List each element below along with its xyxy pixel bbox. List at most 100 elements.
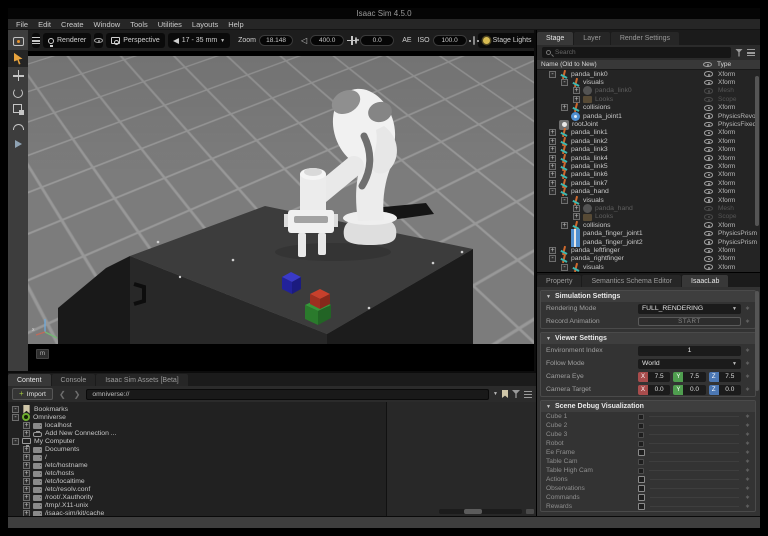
section-header[interactable]: ▼ Simulation Settings — [541, 291, 755, 302]
table[interactable] — [58, 203, 473, 344]
menu-item[interactable]: Tools — [125, 19, 153, 30]
visibility-eye-icon[interactable] — [704, 181, 713, 187]
section-header[interactable]: ▼ Scene Debug Visualization — [541, 401, 755, 412]
visibility-eye-icon[interactable] — [704, 71, 713, 77]
lens-button[interactable]: 17 - 35 mm ▼ — [168, 33, 230, 48]
expander-icon[interactable] — [12, 414, 19, 421]
menu-item[interactable]: Help — [223, 19, 248, 30]
expander-icon[interactable] — [573, 96, 580, 103]
gear-icon[interactable] — [355, 37, 357, 44]
list-view-icon[interactable] — [524, 391, 532, 398]
stage-tree-row[interactable]: panda_joint1 PhysicsRevoluteJoint — [537, 112, 760, 120]
expander-icon[interactable] — [561, 197, 568, 204]
camera-target-y-field[interactable]: Y 0.0 — [673, 385, 705, 395]
back-button[interactable]: ❮ — [57, 390, 68, 399]
content-tree-row[interactable]: Omniverse — [8, 413, 386, 421]
checkbox[interactable] — [638, 459, 644, 465]
stage-tab[interactable]: Stage — [537, 32, 573, 45]
expander-icon[interactable] — [549, 146, 556, 153]
expander-icon[interactable] — [549, 188, 556, 195]
visibility-eye-icon[interactable] — [704, 105, 713, 111]
expander-icon[interactable] — [561, 79, 568, 86]
stage-tree-row[interactable]: panda_link4 Xform — [537, 154, 760, 162]
bookmark-icon[interactable] — [502, 390, 508, 398]
stage-tab[interactable]: Render Settings — [611, 32, 679, 45]
menu-item[interactable]: Layouts — [187, 19, 223, 30]
search-field[interactable] — [542, 47, 731, 58]
content-tree-row[interactable]: /etc/hostname — [8, 461, 386, 469]
visibility-eye-icon[interactable] — [704, 147, 713, 153]
environment-index-field[interactable]: 1 — [638, 346, 741, 356]
expander-icon[interactable] — [23, 502, 30, 509]
expander-icon[interactable] — [549, 247, 556, 254]
stage-lights-button[interactable]: Stage Lights — [478, 33, 537, 48]
content-tree-row[interactable]: Bookmarks — [8, 405, 386, 413]
visibility-eye-icon[interactable] — [704, 88, 713, 94]
checkbox[interactable] — [638, 485, 645, 492]
expander-icon[interactable] — [561, 104, 568, 111]
tool-button[interactable] — [8, 118, 28, 135]
expander-icon[interactable] — [573, 87, 580, 94]
stage-tree-row[interactable]: panda_leftfinger Xform — [537, 246, 760, 254]
stage-tree-row[interactable]: panda_link3 Xform — [537, 146, 760, 154]
viewport-options-button[interactable] — [32, 33, 40, 48]
visibility-button[interactable] — [94, 33, 103, 48]
expander-icon[interactable] — [549, 129, 556, 136]
content-tree-row[interactable]: /isaac-sim/kit/cache — [8, 509, 386, 516]
expander-icon[interactable] — [12, 406, 19, 413]
stage-tree-row[interactable]: panda_link0 Mesh — [537, 87, 760, 95]
import-button[interactable]: + Import — [12, 388, 53, 400]
stage-tab[interactable]: Layer — [574, 32, 610, 45]
section-header[interactable]: ▼ Viewer Settings — [541, 333, 755, 344]
checkbox[interactable] — [638, 494, 645, 501]
stage-tree-row[interactable]: collisions Xform — [537, 104, 760, 112]
checkbox[interactable] — [638, 468, 644, 474]
visibility-eye-icon[interactable] — [704, 197, 713, 203]
exposure-value-field[interactable]: 0.0 — [360, 35, 394, 46]
menu-item[interactable]: Create — [56, 19, 89, 30]
checkbox[interactable] — [638, 449, 645, 456]
expander-icon[interactable] — [549, 138, 556, 145]
horizontal-scrollbar[interactable] — [439, 509, 522, 514]
visibility-eye-icon[interactable] — [704, 113, 713, 119]
path-dropdown-icon[interactable]: ▼ — [493, 391, 498, 397]
tool-button[interactable] — [8, 101, 28, 118]
stage-tree-row[interactable]: visuals Xform — [537, 263, 760, 271]
speed-value-field[interactable]: 400.0 — [310, 35, 344, 46]
expander-icon[interactable] — [23, 430, 30, 437]
tool-button[interactable] — [8, 50, 28, 67]
visibility-eye-icon[interactable] — [704, 231, 713, 237]
visibility-eye-icon[interactable] — [704, 256, 713, 262]
expander-icon[interactable] — [23, 486, 30, 493]
menu-item[interactable]: Utilities — [153, 19, 187, 30]
zoom-value-field[interactable]: 18.148 — [259, 35, 293, 46]
content-tree-row[interactable]: Documents — [8, 445, 386, 453]
iso-value-field[interactable]: 100.0 — [433, 35, 467, 46]
stage-tree-row[interactable]: panda_finger_joint2 PhysicsPrismaticJoin… — [537, 238, 760, 246]
checkbox[interactable] — [638, 432, 644, 438]
property-tab[interactable]: Semantics Schema Editor — [582, 275, 681, 287]
camera-eye-x-field[interactable]: X 7.5 — [638, 372, 670, 382]
vertical-scrollbar[interactable] — [755, 76, 759, 226]
camera-eye-y-field[interactable]: Y 7.5 — [673, 372, 705, 382]
stage-tree-row[interactable]: panda_link7 Xform — [537, 179, 760, 187]
expander-icon[interactable] — [23, 478, 30, 485]
content-tree-row[interactable]: /etc/resolv.conf — [8, 485, 386, 493]
content-tab[interactable]: Console — [52, 374, 96, 386]
expander-icon[interactable] — [23, 422, 30, 429]
visibility-eye-icon[interactable] — [704, 155, 713, 161]
tool-button[interactable] — [8, 84, 28, 101]
options-icon[interactable] — [747, 49, 755, 56]
filter-icon[interactable] — [512, 390, 520, 398]
checkbox[interactable] — [638, 414, 644, 420]
visibility-eye-icon[interactable] — [704, 80, 713, 86]
expander-icon[interactable] — [549, 155, 556, 162]
start-button[interactable]: START — [638, 317, 741, 326]
expander-icon[interactable] — [573, 205, 580, 212]
search-input[interactable] — [555, 49, 727, 56]
expander-icon[interactable] — [23, 494, 30, 501]
tool-button[interactable] — [8, 67, 28, 84]
content-tree-row[interactable]: localhost — [8, 421, 386, 429]
camera-projection-button[interactable]: Perspective — [106, 33, 165, 48]
expander-icon[interactable] — [549, 180, 556, 187]
